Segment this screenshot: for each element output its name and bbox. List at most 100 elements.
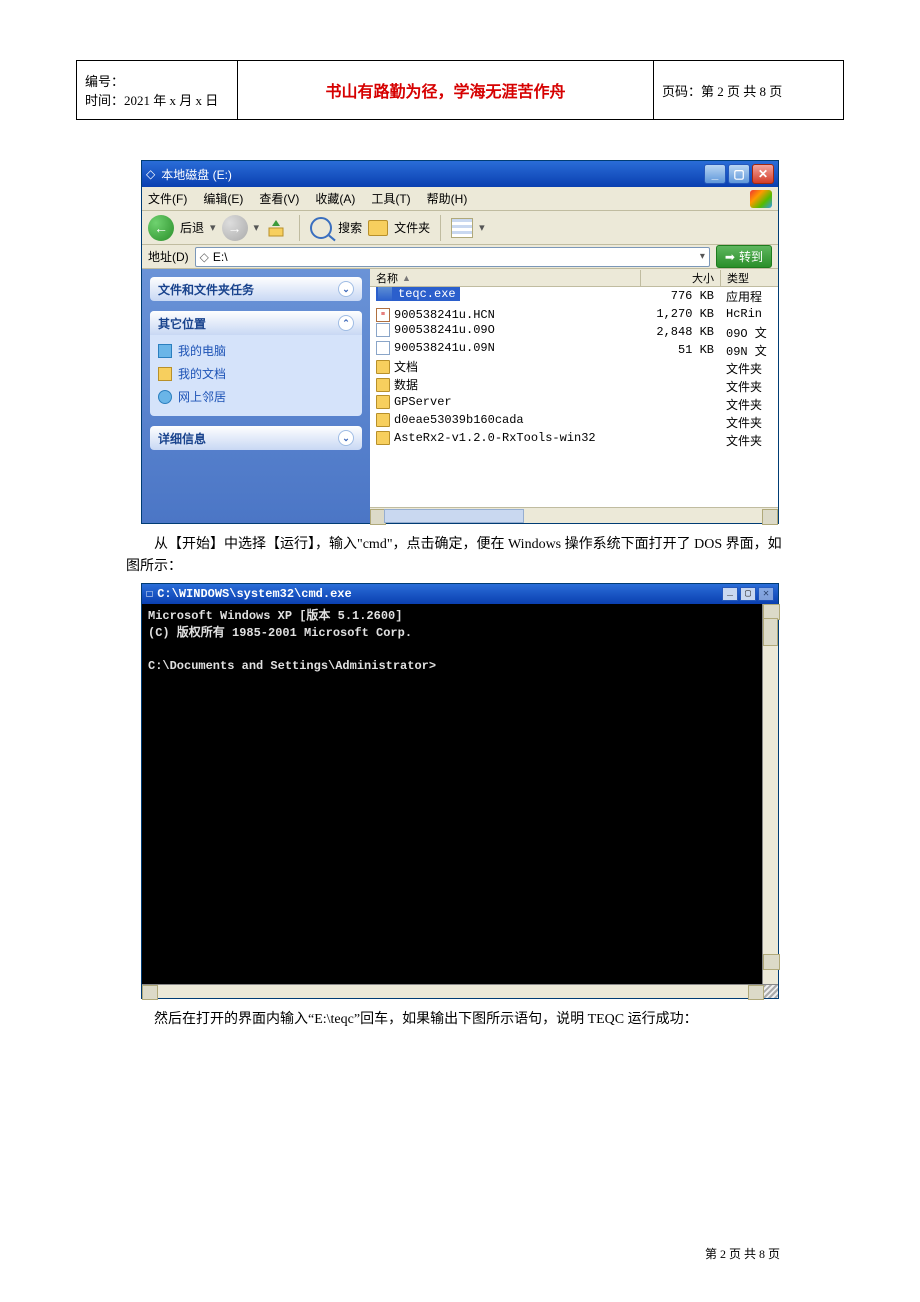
link-network[interactable]: 网上邻居 — [158, 385, 354, 408]
address-input[interactable]: ◇ E:\ ▾ — [195, 247, 710, 267]
folders-icon — [368, 220, 388, 236]
paragraph-2: 然后在打开的界面内输入“E:\teqc”回车，如果输出下图所示语句，说明 TEQ… — [126, 1009, 794, 1031]
cmd-minimize-button[interactable]: _ — [722, 587, 738, 601]
drive-icon: ◇ — [146, 167, 155, 181]
file-name: AsteRx2-v1.2.0-RxTools-win32 — [394, 431, 596, 445]
address-bar-row: 地址(D) ◇ E:\ ▾ ➡ 转到 — [142, 245, 778, 269]
file-row[interactable]: d0eae53039b160cada文件夹 — [370, 413, 778, 431]
cmd-titlebar[interactable]: ☐ C:\WINDOWS\system32\cmd.exe _ ▢ ✕ — [142, 584, 778, 604]
chevron-down-icon[interactable]: ⌄ — [338, 430, 354, 446]
cmd-icon: ☐ — [146, 586, 153, 601]
forward-button[interactable]: → — [222, 215, 248, 241]
file-type: 文件夹 — [720, 432, 778, 449]
pane-details-header[interactable]: 详细信息 ⌄ — [150, 426, 362, 450]
file-type: 文件夹 — [720, 378, 778, 395]
file-name: 900538241u.09N — [394, 341, 495, 355]
views-button[interactable] — [451, 218, 473, 238]
file-type: 文件夹 — [720, 360, 778, 377]
file-icon — [378, 287, 392, 301]
header-left: 编号： 时间：2021 年 x 月 x 日 — [77, 61, 237, 119]
explorer-toolbar: ← 后退 ▾ → ▾ 搜索 文件夹 ▾ — [142, 211, 778, 245]
col-type[interactable]: 类型 — [720, 270, 778, 286]
cmd-vertical-scrollbar[interactable] — [762, 604, 778, 984]
scrollbar-thumb[interactable] — [384, 509, 524, 523]
pane-details: 详细信息 ⌄ — [150, 426, 362, 450]
horizontal-scrollbar[interactable] — [370, 507, 778, 523]
page-footer: 第 2 页 共 8 页 — [705, 1245, 780, 1262]
computer-icon — [158, 344, 172, 358]
file-row[interactable]: 文档文件夹 — [370, 359, 778, 377]
column-headers[interactable]: 名称 ▲ 大小 类型 — [370, 269, 778, 287]
file-row[interactable]: 900538241u.09N51 KB09N 文 — [370, 341, 778, 359]
minimize-button[interactable]: _ — [704, 164, 726, 184]
menu-view[interactable]: 查看(V) — [259, 190, 299, 207]
file-row[interactable]: 数据 文件夹 — [370, 377, 778, 395]
file-row[interactable]: ≡900538241u.HCN1,270 KBHcRin — [370, 305, 778, 323]
serial-label: 编号： — [85, 71, 229, 90]
file-name: teqc.exe — [396, 287, 458, 301]
file-row[interactable]: GPServer文件夹 — [370, 395, 778, 413]
folder-icon — [376, 413, 390, 427]
page: 编号： 时间：2021 年 x 月 x 日 书山有路勤为径，学海无涯苦作舟 页码… — [0, 0, 920, 1302]
go-button[interactable]: ➡ 转到 — [716, 245, 772, 268]
folder-icon — [376, 360, 390, 374]
fwd-dropdown[interactable]: ▾ — [254, 221, 260, 234]
explorer-window: ◇ 本地磁盘 (E:) _ ▢ ✕ 文件(F) 编辑(E) 查看(V) 收藏(A… — [141, 160, 779, 524]
up-folder-icon — [267, 218, 287, 238]
explorer-sidepanel: 文件和文件夹任务 ⌄ 其它位置 ⌃ 我的电脑 — [142, 269, 370, 523]
header-motto: 书山有路勤为径，学海无涯苦作舟 — [237, 61, 653, 119]
file-row[interactable]: teqc.exe776 KB应用程 — [370, 287, 778, 305]
address-dropdown-icon[interactable]: ▾ — [700, 251, 705, 262]
file-row[interactable]: AsteRx2-v1.2.0-RxTools-win32 文件夹 — [370, 431, 778, 449]
pane-tasks-header[interactable]: 文件和文件夹任务 ⌄ — [150, 277, 362, 301]
link-my-computer[interactable]: 我的电脑 — [158, 339, 354, 362]
views-dropdown[interactable]: ▾ — [479, 221, 485, 234]
link-my-documents[interactable]: 我的文档 — [158, 362, 354, 385]
cmd-scrollbar-thumb[interactable] — [763, 618, 778, 646]
link-network-label: 网上邻居 — [178, 388, 226, 405]
close-button[interactable]: ✕ — [752, 164, 774, 184]
go-arrow-icon: ➡ — [725, 250, 735, 264]
search-label[interactable]: 搜索 — [338, 219, 362, 236]
cmd-horizontal-scrollbar[interactable] — [142, 984, 778, 998]
col-name-label: 名称 — [376, 270, 398, 286]
explorer-titlebar[interactable]: ◇ 本地磁盘 (E:) _ ▢ ✕ — [142, 161, 778, 187]
pane-other-title: 其它位置 — [158, 315, 206, 332]
folders-label[interactable]: 文件夹 — [394, 219, 430, 236]
menu-help[interactable]: 帮助(H) — [427, 190, 468, 207]
chevron-up-icon[interactable]: ⌃ — [338, 315, 354, 331]
pane-other: 其它位置 ⌃ 我的电脑 我的文档 — [150, 311, 362, 416]
cmd-line-2: (C) 版权所有 1985-2001 Microsoft Corp. — [148, 626, 412, 640]
col-name[interactable]: 名称 ▲ — [370, 270, 640, 286]
file-row[interactable]: 900538241u.09O2,848 KB09O 文 — [370, 323, 778, 341]
menu-file[interactable]: 文件(F) — [148, 190, 187, 207]
back-label[interactable]: 后退 — [180, 219, 204, 236]
search-icon — [310, 217, 332, 239]
documents-icon — [158, 367, 172, 381]
back-dropdown[interactable]: ▾ — [210, 221, 216, 234]
doc-header: 编号： 时间：2021 年 x 月 x 日 书山有路勤为径，学海无涯苦作舟 页码… — [76, 60, 844, 120]
file-name: 数据 — [394, 376, 418, 393]
menu-tools[interactable]: 工具(T) — [371, 190, 410, 207]
chevron-down-icon[interactable]: ⌄ — [338, 281, 354, 297]
windows-flag-icon — [750, 190, 772, 208]
date-label: 时间：2021 年 x 月 x 日 — [85, 90, 229, 109]
cmd-maximize-button[interactable]: ▢ — [740, 587, 756, 601]
cmd-output[interactable]: Microsoft Windows XP [版本 5.1.2600] (C) 版… — [142, 604, 762, 984]
resize-grip-icon[interactable] — [764, 985, 778, 998]
cmd-close-button[interactable]: ✕ — [758, 587, 774, 601]
folder-icon — [376, 395, 390, 409]
maximize-button[interactable]: ▢ — [728, 164, 750, 184]
col-size[interactable]: 大小 — [640, 270, 720, 286]
back-button[interactable]: ← — [148, 215, 174, 241]
file-type: 应用程 — [720, 288, 778, 305]
file-icon — [376, 341, 390, 355]
menu-favorites[interactable]: 收藏(A) — [315, 190, 355, 207]
folder-icon — [376, 431, 390, 445]
pane-other-header[interactable]: 其它位置 ⌃ — [150, 311, 362, 335]
cmd-prompt: C:\Documents and Settings\Administrator> — [148, 659, 436, 673]
menu-edit[interactable]: 编辑(E) — [203, 190, 243, 207]
header-pager: 页码：第 2 页 共 8 页 — [653, 61, 843, 119]
up-button[interactable] — [265, 216, 289, 240]
network-icon — [158, 390, 172, 404]
